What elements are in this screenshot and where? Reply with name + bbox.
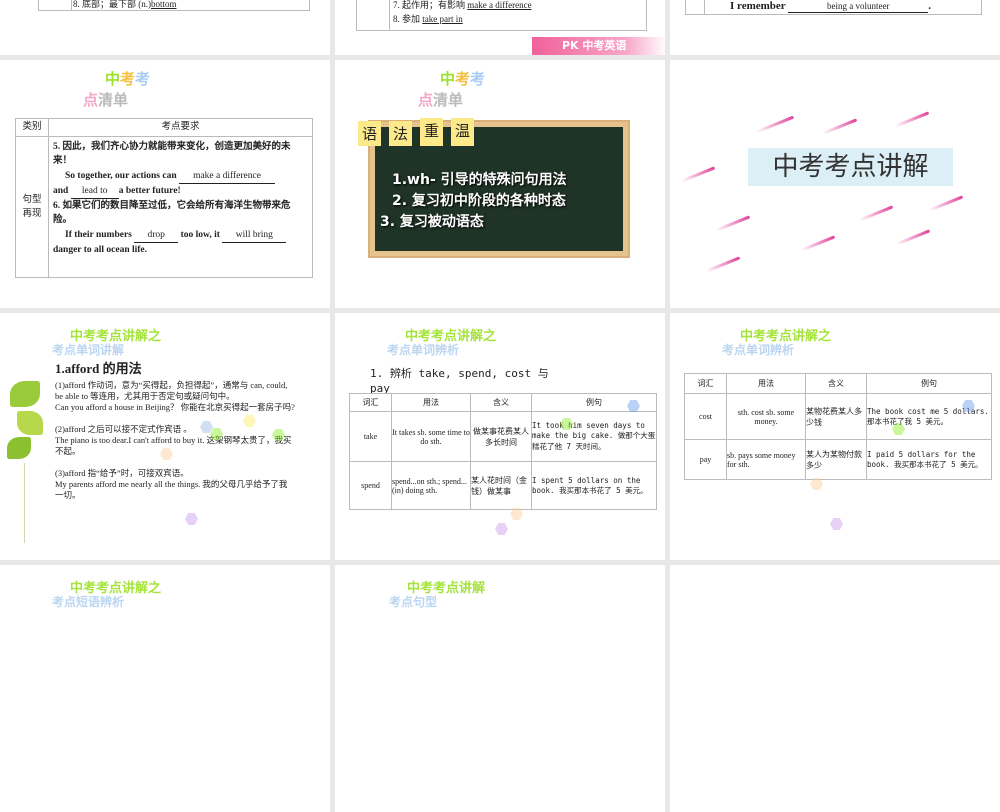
slide-thumbnail-10[interactable]: 中考考点讲解之 考点短语辨析 <box>0 565 330 812</box>
sentence-table: I remember being a volunteer. <box>685 0 982 15</box>
slide-thumbnail-2[interactable]: 7. 起作用；有影响 make a difference 8. 参加 take … <box>335 0 665 55</box>
slide-thumbnail-7[interactable]: 中考考点讲解之 考点单词讲解 1.afford 的用法 (1)afford 作动… <box>0 313 330 560</box>
brand-badge: PK 中考英语 <box>532 37 665 55</box>
slide-thumbnail-11[interactable]: 中考考点讲解 考点句型 <box>335 565 665 812</box>
vocab-table: 7. 起作用；有影响 make a difference 8. 参加 take … <box>356 0 647 31</box>
slide-thumbnail-8[interactable]: 中考考点讲解之 考点单词辨析 1. 辨析 take, spend, cost 与… <box>335 313 665 560</box>
topic-heading: 1. 辨析 take, spend, cost 与 pay <box>370 367 549 395</box>
slide-title-top: 中考考 <box>105 70 151 88</box>
afford-notes: (1)afford 作动词，意为“买得起，负担得起”，通常与 can, coul… <box>55 380 295 500</box>
word-comparison-table: 词汇 用法 含义 例句 take It takes sb. some time to d… <box>349 393 657 510</box>
topic-heading: 1.afford 的用法 <box>55 361 142 376</box>
section-title: 中考考点讲解 <box>748 148 953 186</box>
section-subheading: 考点句型 <box>389 595 438 609</box>
slide-thumbnail-6[interactable]: 中考考点讲解 <box>670 60 1000 308</box>
exam-points-table: 类别 考点要求 句型再现 5. 因此，我们齐心协力就能带来变化，创造更加美好的未来… <box>15 118 313 278</box>
grammar-item: 1.wh- 引导的特殊问句用法 <box>392 172 567 188</box>
slide-title-top: 中考考 <box>440 70 486 88</box>
section-subheading: 考点单词辨析 <box>387 343 460 357</box>
section-subheading: 考点单词辨析 <box>722 343 795 357</box>
slide-thumbnail-12[interactable] <box>670 565 1000 812</box>
slide-title-bottom: 点清单 <box>83 91 129 109</box>
section-subheading: 考点短语辨析 <box>52 595 125 609</box>
word-comparison-table: 词汇 用法 含义 例句 cost sth. cost sb. some money. 某物… <box>684 373 992 480</box>
grammar-tabs: 语 法 重 温 <box>358 118 475 146</box>
grammar-item: 2. 复习初中阶段的各种时态 <box>392 193 566 209</box>
slide-title-bottom: 点清单 <box>418 91 464 109</box>
section-subheading: 考点单词讲解 <box>52 343 125 357</box>
slide-thumbnail-1[interactable]: 8. 底部；最下部 (n.)bottom <box>0 0 330 55</box>
vine-decoration-icon <box>2 373 52 553</box>
slide-thumbnail-5[interactable]: 中考考 点清单 1.wh- 引导的特殊问句用法 2. 复习初中阶段的各种时态 3… <box>335 60 665 308</box>
vocab-table: 8. 底部；最下部 (n.)bottom <box>38 0 310 11</box>
grammar-item: 3. 复习被动语态 <box>380 214 484 230</box>
slide-thumbnail-9[interactable]: 中考考点讲解之 考点单词辨析 词汇 用法 含义 例句 cost sth. cost sb… <box>670 313 1000 560</box>
answer-text: bottom <box>151 0 177 9</box>
slide-thumbnail-4[interactable]: 中考考 点清单 类别 考点要求 句型再现 5. 因此，我们齐心协力就能带来变化，创… <box>0 60 330 308</box>
slide-thumbnail-3[interactable]: I remember being a volunteer. <box>670 0 1000 55</box>
